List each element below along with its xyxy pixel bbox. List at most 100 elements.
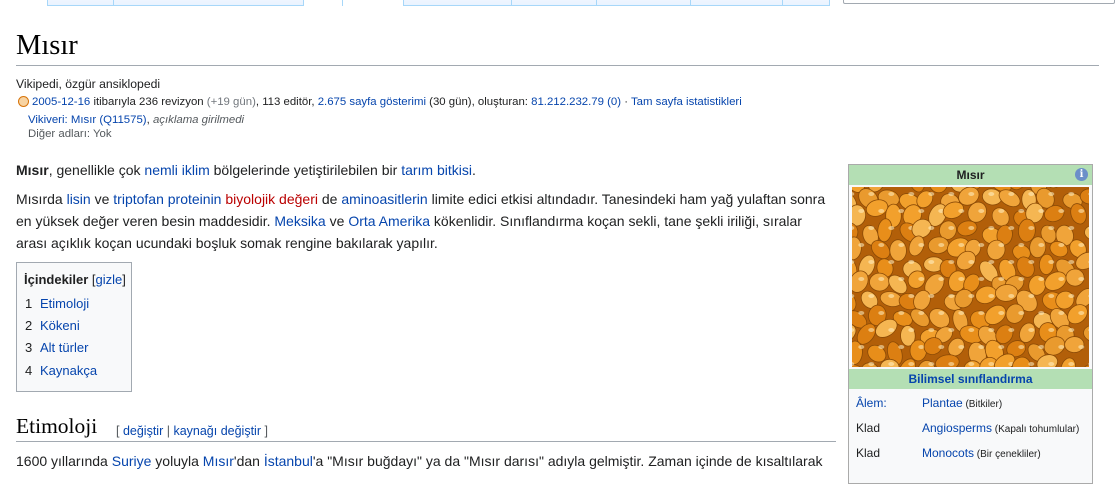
intro-paragraph: Mısır, genellikle çok nemli iklim bölgel… <box>16 159 836 181</box>
link-istanbul[interactable]: İstanbul <box>264 453 313 469</box>
kernel-highlight <box>1008 328 1015 332</box>
kernel-highlight <box>868 192 875 196</box>
wikidata-label[interactable]: Vikiveri: <box>28 114 71 126</box>
link-misir[interactable]: Mısır <box>203 453 234 469</box>
edit-section-link[interactable]: değiştir <box>123 424 163 438</box>
kernel-highlight <box>1068 362 1075 366</box>
taxon-rank[interactable]: Âlem: <box>856 396 887 410</box>
link-lisin[interactable]: lisin <box>67 191 91 207</box>
kernel-highlight <box>968 362 975 366</box>
corn-kernels-image[interactable] <box>852 187 1089 367</box>
link-nemli-iklim[interactable]: nemli iklim <box>144 162 209 178</box>
corn-kernel <box>852 204 867 227</box>
tab-edit-source[interactable] <box>511 0 597 6</box>
stats-date-link[interactable]: 2005-12-16 <box>32 96 90 108</box>
kernel-highlight <box>1028 362 1035 366</box>
toc-bracket: [ <box>88 272 96 287</box>
kernel-highlight <box>868 362 875 366</box>
link-tarim-bitkisi[interactable]: tarım bitkisi <box>401 162 472 178</box>
kernel-highlight <box>908 192 915 196</box>
para-text: 1600 yıllarında <box>16 453 112 469</box>
tab-more[interactable] <box>690 0 783 6</box>
taxon-value[interactable]: Plantae <box>922 396 963 410</box>
kernel-highlight <box>1048 362 1055 366</box>
kernel-highlight <box>988 362 995 366</box>
taxon-value[interactable]: Angiosperms <box>922 421 992 435</box>
kernel-highlight <box>998 345 1005 349</box>
toc-item-kokeni[interactable]: 2 Kökeni <box>25 318 80 333</box>
kernel-highlight <box>1008 192 1015 196</box>
toc-item-kaynakca[interactable]: 4 Kaynakça <box>25 363 97 378</box>
stats-views-link[interactable]: 2.675 sayfa gösterimi <box>318 96 426 108</box>
info-icon[interactable]: i <box>1075 168 1088 181</box>
toc-link[interactable]: Etimoloji <box>40 296 89 311</box>
classification-header[interactable]: Bilimsel sınıflandırma <box>849 369 1092 389</box>
kernel-highlight <box>1048 192 1055 196</box>
link-orta-amerika[interactable]: Orta Amerika <box>348 213 430 229</box>
edit-source-link[interactable]: kaynağı değiştir <box>173 424 261 438</box>
toc-number: 1 <box>25 296 33 311</box>
kernel-highlight <box>1018 243 1025 247</box>
kernel-highlight <box>948 328 955 332</box>
search-input[interactable] <box>843 0 1115 4</box>
classification-link[interactable]: Bilimsel sınıflandırma <box>908 372 1032 386</box>
kernel-highlight <box>1068 294 1075 298</box>
toc-link[interactable]: Alt türler <box>40 340 88 355</box>
kernel-highlight <box>928 328 935 332</box>
kernel-highlight <box>1078 277 1085 281</box>
link-aminoasitlerin[interactable]: aminoasitlerin <box>341 191 427 207</box>
wikidata-link[interactable]: Mısır (Q11575) <box>71 114 147 126</box>
section-divider <box>16 441 836 442</box>
intro-bold-term: Mısır <box>16 162 49 178</box>
link-triptofan[interactable]: triptofan <box>113 191 164 207</box>
stats-creator-link[interactable]: 81.212.232.79 (0) <box>531 96 621 108</box>
kernel-highlight <box>948 192 955 196</box>
kernel-highlight <box>888 226 895 230</box>
kernel-highlight <box>868 294 875 298</box>
link-suriye[interactable]: Suriye <box>112 453 152 469</box>
kernel-highlight <box>1028 294 1035 298</box>
kernel-highlight <box>978 277 985 281</box>
section-heading-etimoloji: Etimoloji <box>16 414 98 438</box>
intro-text: . <box>471 162 476 178</box>
kernel-highlight <box>988 226 995 230</box>
kernel-highlight <box>858 277 865 281</box>
para-text: de <box>317 191 342 207</box>
taxon-value[interactable]: Monocots <box>922 446 974 460</box>
kernel-highlight <box>1048 226 1055 230</box>
kernel-highlight <box>868 260 875 264</box>
toc-hide-toggle[interactable]: gizle <box>96 272 123 287</box>
tab-read[interactable] <box>342 0 404 6</box>
toc-item-etimoloji[interactable]: 1 Etimoloji <box>25 296 89 311</box>
kernel-highlight <box>968 192 975 196</box>
tab-discussion[interactable] <box>113 0 304 6</box>
corn-kernel <box>991 207 1010 227</box>
kernel-highlight <box>1008 294 1015 298</box>
tab-edit[interactable] <box>403 0 512 6</box>
kernel-highlight <box>888 328 895 332</box>
full-stats-link[interactable]: Tam sayfa istatistikleri <box>631 96 742 108</box>
tab-article[interactable] <box>47 0 114 6</box>
toc-bracket: ] <box>122 272 126 287</box>
title-divider <box>16 65 1099 66</box>
kernel-highlight <box>918 345 925 349</box>
kernel-highlight <box>1078 345 1085 349</box>
kernel-highlight <box>888 260 895 264</box>
kernel-highlight <box>1068 192 1075 196</box>
para-text: Mısırda <box>16 191 67 207</box>
link-proteinin[interactable]: proteinin <box>168 191 222 207</box>
toc-item-alt-turler[interactable]: 3 Alt türler <box>25 340 88 355</box>
stats-recent: (+19 gün) <box>206 96 256 108</box>
tab-extra[interactable] <box>782 0 830 6</box>
link-meksika[interactable]: Meksika <box>274 213 325 229</box>
kernel-highlight <box>908 362 915 366</box>
tab-history[interactable] <box>596 0 691 6</box>
redlink-biyolojik-deger[interactable]: biyolojik değeri <box>225 191 318 207</box>
toc-number: 4 <box>25 363 33 378</box>
edit-bracket: [ <box>116 424 123 438</box>
para-text: ve <box>90 191 114 207</box>
toc-link[interactable]: Kökeni <box>40 318 80 333</box>
kernel-highlight <box>948 226 955 230</box>
kernel-highlight <box>1008 260 1015 264</box>
toc-link[interactable]: Kaynakça <box>40 363 97 378</box>
